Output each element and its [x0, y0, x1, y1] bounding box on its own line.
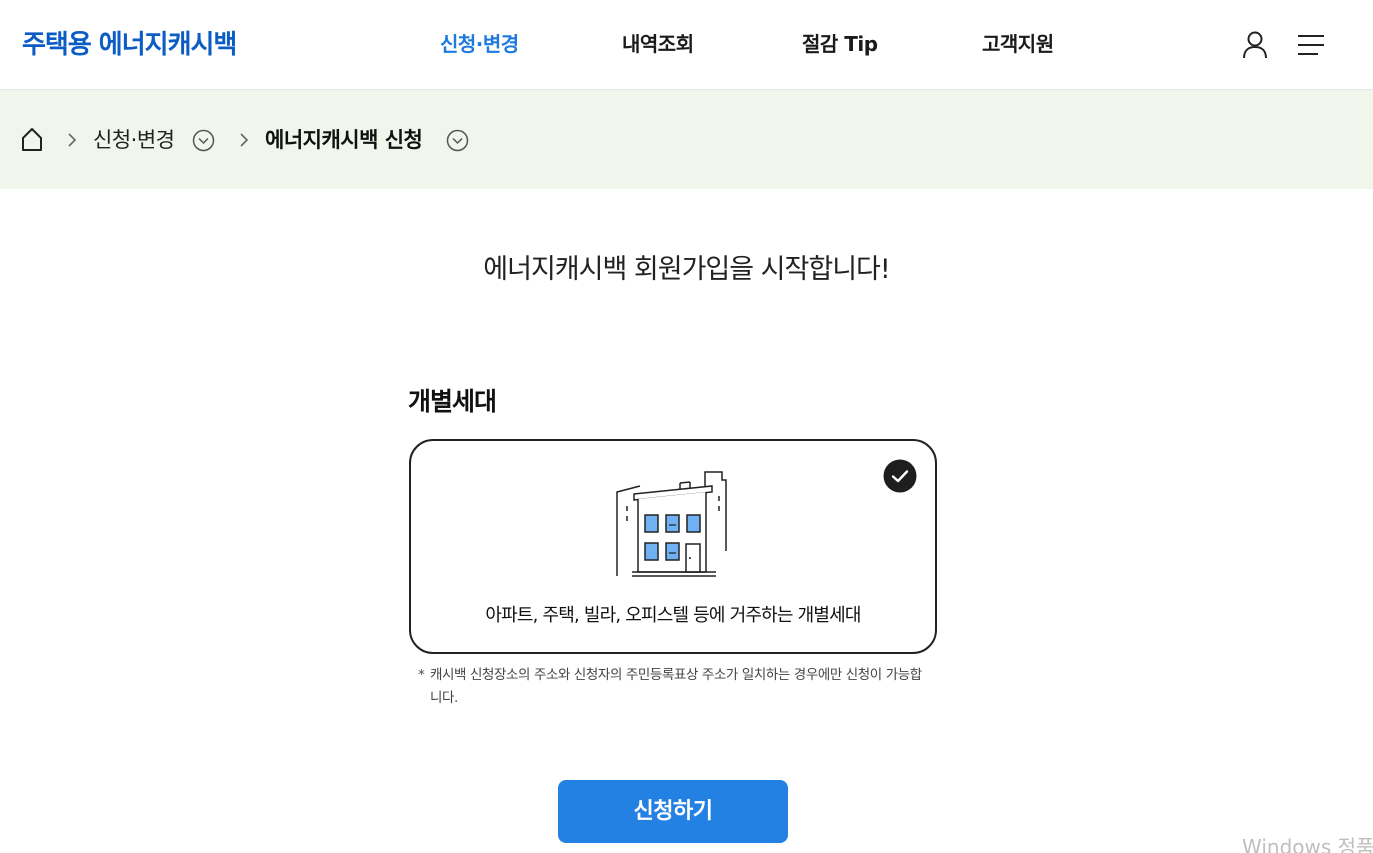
nav-item-apply[interactable]: 신청·변경: [440, 30, 519, 58]
apply-button[interactable]: 신청하기: [558, 780, 788, 843]
user-icon[interactable]: [1240, 30, 1270, 60]
page-title: 에너지캐시백 회원가입을 시작합니다!: [483, 254, 890, 285]
menu-icon[interactable]: [1296, 32, 1326, 58]
building-icon: [616, 471, 727, 577]
notice-body: 캐시백 신청장소의 주소와 신청자의 주민등록표상 주소가 일치하는 경우에만 …: [430, 667, 922, 706]
breadcrumb-item-current[interactable]: 에너지캐시백 신청: [265, 125, 423, 155]
check-icon: [883, 459, 917, 493]
chevron-down-circle-icon[interactable]: [192, 129, 215, 152]
notice-text: * 캐시백 신청장소의 주소와 신청자의 주민등록표상 주소가 일치하는 경우에…: [418, 664, 928, 710]
nav-item-history[interactable]: 내역조회: [622, 30, 694, 58]
home-icon[interactable]: [20, 126, 44, 152]
chevron-right-icon: [240, 133, 249, 147]
section-title: 개별세대: [408, 387, 497, 416]
windows-activation-watermark: Windows 정품: [1242, 835, 1373, 853]
chevron-down-circle-icon[interactable]: [446, 129, 469, 152]
site-header: 주택용 에너지캐시백 신청·변경 내역조회 절감 Tip 고객지원: [0, 0, 1373, 90]
nav-item-tips[interactable]: 절감 Tip: [802, 30, 878, 58]
site-logo[interactable]: 주택용 에너지캐시백: [22, 28, 237, 62]
chevron-right-icon: [68, 133, 77, 147]
notice-marker: *: [418, 667, 425, 683]
option-card-description: 아파트, 주택, 빌라, 오피스텔 등에 거주하는 개별세대: [485, 605, 861, 626]
nav-item-support[interactable]: 고객지원: [982, 30, 1054, 58]
breadcrumb-item-apply[interactable]: 신청·변경: [93, 125, 175, 155]
